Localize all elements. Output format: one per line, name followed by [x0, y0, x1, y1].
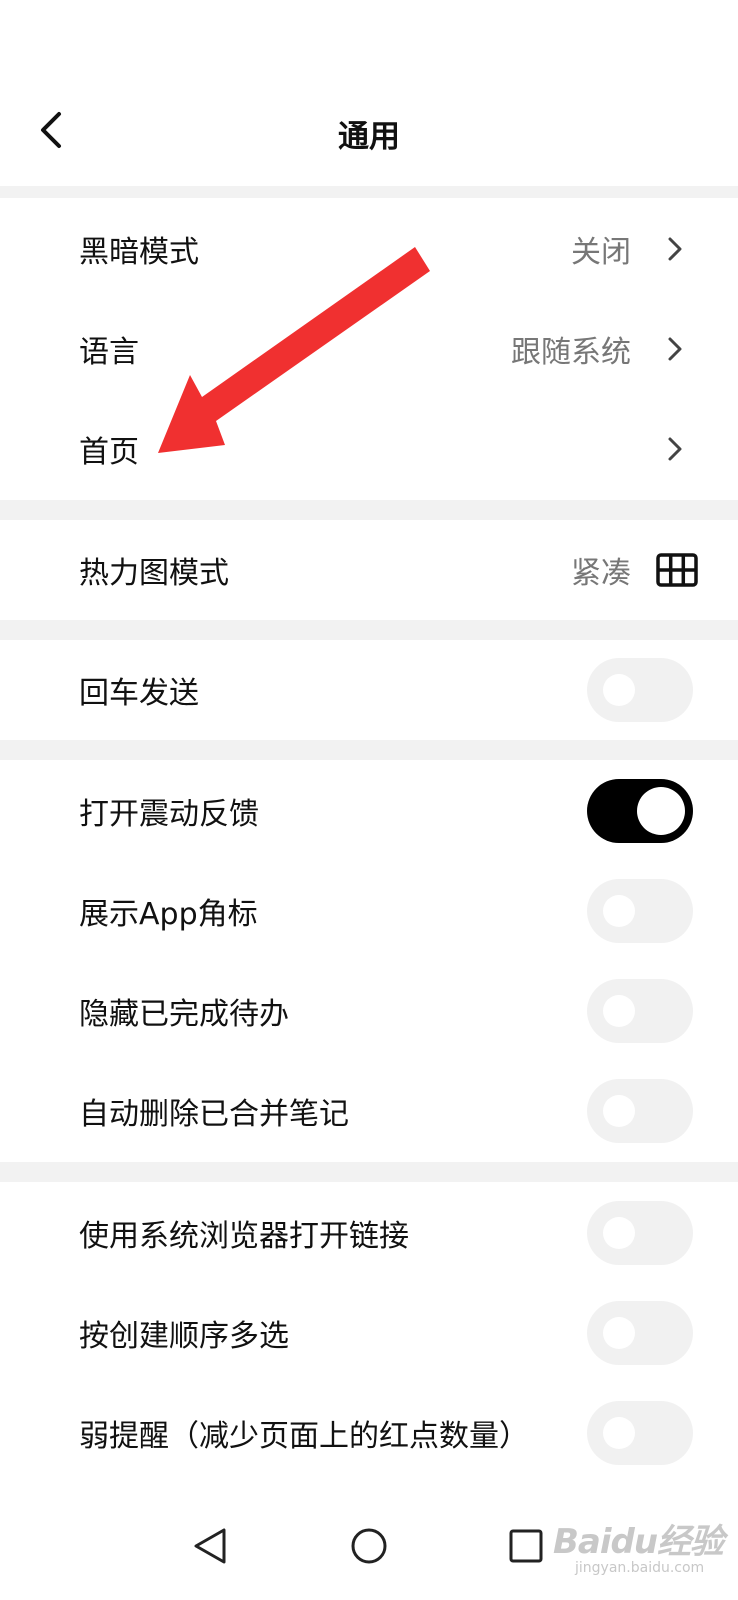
setting-label: 自动删除已合并笔记	[79, 1097, 349, 1132]
chevron-right-icon	[660, 434, 690, 464]
setting-label: 回车发送	[79, 676, 199, 711]
settings-section-general: 打开震动反馈 展示App角标 隐藏已完成待办 自动删除已合并笔记	[0, 760, 738, 1162]
setting-label: 隐藏已完成待办	[79, 997, 289, 1032]
setting-label: 打开震动反馈	[79, 797, 259, 832]
setting-system-browser: 使用系统浏览器打开链接	[0, 1182, 738, 1284]
triangle-back-icon	[194, 1528, 226, 1564]
toggle-knob	[603, 1095, 635, 1127]
setting-weak-reminder: 弱提醒（减少页面上的红点数量）	[0, 1382, 738, 1484]
setting-label: 按创建顺序多选	[79, 1319, 289, 1354]
setting-multiselect-order: 按创建顺序多选	[0, 1282, 738, 1384]
setting-home-page[interactable]: 首页	[0, 398, 738, 500]
circle-home-icon	[351, 1528, 387, 1564]
setting-label: 使用系统浏览器打开链接	[79, 1219, 409, 1254]
toggle-knob	[603, 895, 635, 927]
setting-language[interactable]: 语言 跟随系统	[0, 298, 738, 400]
nav-back-button[interactable]	[180, 1516, 240, 1576]
nav-recents-button[interactable]	[496, 1516, 556, 1576]
setting-value: 关闭	[571, 235, 631, 270]
multiselect-order-toggle[interactable]	[587, 1301, 693, 1365]
vibration-feedback-toggle[interactable]	[587, 779, 693, 843]
grid-icon	[656, 553, 698, 587]
setting-vibration-feedback: 打开震动反馈	[0, 760, 738, 862]
setting-enter-to-send: 回车发送	[0, 640, 738, 740]
setting-dark-mode[interactable]: 黑暗模式 关闭	[0, 198, 738, 300]
setting-hide-completed-todos: 隐藏已完成待办	[0, 960, 738, 1062]
toggle-knob	[603, 1217, 635, 1249]
setting-value: 跟随系统	[511, 335, 631, 370]
toggle-knob	[603, 995, 635, 1027]
system-browser-toggle[interactable]	[587, 1201, 693, 1265]
toggle-knob	[637, 787, 685, 835]
setting-app-badge: 展示App角标	[0, 860, 738, 962]
system-navigation-bar	[0, 1490, 738, 1600]
setting-label: 黑暗模式	[79, 235, 199, 270]
setting-label: 弱提醒（减少页面上的红点数量）	[79, 1419, 529, 1454]
setting-auto-delete-merged-notes: 自动删除已合并笔记	[0, 1060, 738, 1162]
setting-label: 首页	[79, 435, 139, 470]
setting-label: 热力图模式	[79, 556, 229, 591]
nav-home-button[interactable]	[339, 1516, 399, 1576]
toggle-knob	[603, 674, 635, 706]
settings-section-send: 回车发送	[0, 640, 738, 740]
toggle-knob	[603, 1417, 635, 1449]
settings-section-display: 黑暗模式 关闭 语言 跟随系统 首页	[0, 198, 738, 500]
setting-label: 展示App角标	[79, 897, 258, 932]
chevron-left-icon	[41, 112, 61, 148]
setting-value: 紧凑	[571, 556, 631, 591]
toggle-knob	[603, 1317, 635, 1349]
settings-section-misc: 使用系统浏览器打开链接 按创建顺序多选 弱提醒（减少页面上的红点数量）	[0, 1182, 738, 1490]
hide-completed-todos-toggle[interactable]	[587, 979, 693, 1043]
settings-section-heatmap: 热力图模式 紧凑	[0, 520, 738, 620]
page-title: 通用	[338, 118, 400, 155]
enter-to-send-toggle[interactable]	[587, 658, 693, 722]
setting-heatmap-mode[interactable]: 热力图模式 紧凑	[0, 520, 738, 620]
auto-delete-merged-notes-toggle[interactable]	[587, 1079, 693, 1143]
header-bar: 通用	[0, 80, 738, 186]
back-button[interactable]	[22, 100, 82, 160]
weak-reminder-toggle[interactable]	[587, 1401, 693, 1465]
status-bar	[0, 0, 738, 80]
app-badge-toggle[interactable]	[587, 879, 693, 943]
chevron-right-icon	[660, 334, 690, 364]
setting-label: 语言	[79, 335, 139, 370]
square-recents-icon	[509, 1529, 543, 1563]
chevron-right-icon	[660, 234, 690, 264]
